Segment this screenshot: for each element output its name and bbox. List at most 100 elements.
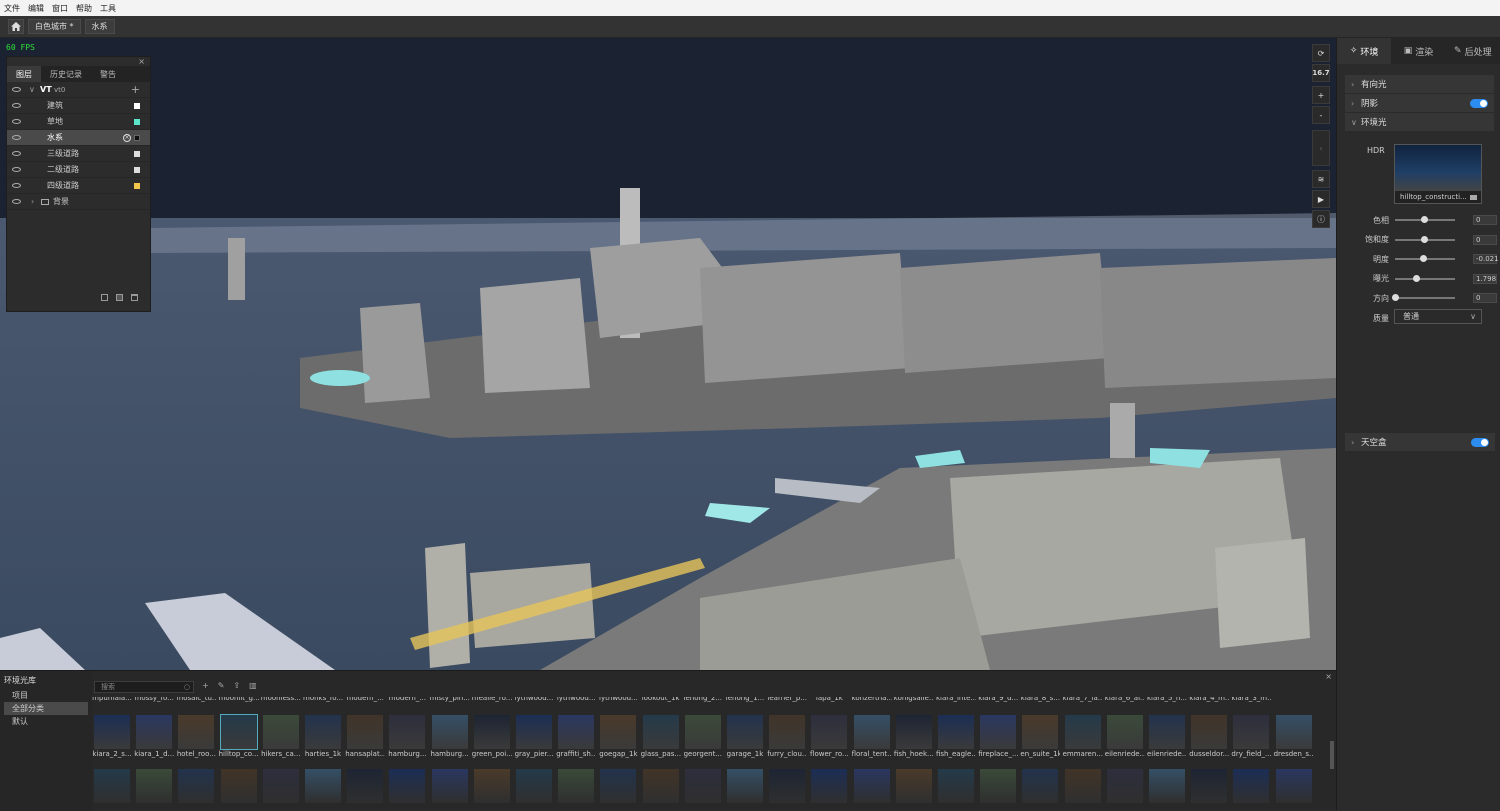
hdr-thumbnail-item[interactable]: eilenriede...: [1105, 715, 1145, 759]
hdr-thumbnail-item[interactable]: [262, 769, 299, 803]
slider-track[interactable]: [1395, 235, 1455, 243]
3d-viewport[interactable]: 60 FPS: [0, 38, 1336, 670]
plus-icon[interactable]: +: [202, 681, 209, 690]
hdr-thumbnail-item[interactable]: hamburg...: [430, 715, 470, 759]
section-skybox[interactable]: › 天空盒: [1345, 433, 1495, 451]
hdr-thumbnail-item[interactable]: [600, 769, 637, 803]
hdr-thumbnail-item[interactable]: mealie_ro...: [472, 697, 512, 703]
skybox-toggle[interactable]: [1471, 438, 1489, 447]
hdr-thumbnail-item[interactable]: fireplace_...: [978, 715, 1018, 759]
slider-track[interactable]: [1395, 274, 1455, 282]
eye-icon[interactable]: [12, 135, 21, 140]
color-swatch[interactable]: [134, 134, 140, 141]
hdr-thumbnail-item[interactable]: [1106, 769, 1143, 803]
hdr-thumbnail-item[interactable]: [473, 769, 510, 803]
hdr-thumbnail-item[interactable]: [938, 769, 974, 803]
hdr-thumbnail-item[interactable]: lythwood...: [556, 697, 596, 703]
hdr-thumbnail-item[interactable]: [684, 769, 721, 803]
hdr-thumbnail-item[interactable]: hamburg...: [387, 715, 427, 759]
slider-knob[interactable]: [1420, 216, 1428, 223]
hdr-thumbnail-item[interactable]: [895, 769, 932, 803]
color-swatch[interactable]: [134, 102, 140, 109]
color-swatch[interactable]: [134, 118, 140, 125]
hdr-thumbnail-item[interactable]: [1275, 769, 1312, 803]
tab-environment[interactable]: ✧ 环境: [1337, 38, 1392, 64]
color-swatch[interactable]: [134, 150, 140, 157]
hdr-thumbnail-item[interactable]: [305, 769, 341, 803]
hdr-thumbnail-item[interactable]: en_suite_1k: [1020, 715, 1060, 759]
filter-icon[interactable]: ×: [123, 133, 131, 142]
play-button[interactable]: ▶: [1312, 190, 1330, 208]
hdr-thumbnail-item[interactable]: [980, 769, 1017, 803]
search-input[interactable]: 搜索 ○: [94, 681, 194, 693]
tab-render[interactable]: ▣ 渲染: [1391, 38, 1445, 64]
tab-warnings[interactable]: 警告: [91, 66, 125, 82]
hdr-thumbnail-item[interactable]: lapa_1k: [809, 697, 849, 703]
hdr-thumbnail-item[interactable]: graffiti_sh...: [556, 715, 596, 759]
eye-icon[interactable]: [12, 87, 21, 92]
close-icon[interactable]: ×: [1325, 672, 1332, 681]
hdr-thumbnail-item[interactable]: [431, 769, 468, 803]
hdr-thumbnail-item[interactable]: glass_pas...: [641, 715, 681, 759]
menu-window[interactable]: 窗口: [52, 3, 68, 14]
hdr-thumbnail-item[interactable]: dresden_s...: [1274, 715, 1314, 759]
hdr-thumbnail-item[interactable]: [1064, 769, 1101, 803]
hdr-thumbnail-item[interactable]: kiara_7_la...: [1063, 697, 1103, 703]
hdr-thumbnail-item[interactable]: hotel_roo...: [176, 715, 216, 759]
section-ambient[interactable]: ∨ 环境光: [1345, 113, 1494, 131]
slider-knob[interactable]: [1392, 294, 1399, 301]
hdr-thumbnail-item[interactable]: [1022, 769, 1059, 803]
tab-postprocess[interactable]: ✎ 后处理: [1446, 38, 1500, 64]
slider-knob[interactable]: [1420, 255, 1428, 262]
info-button[interactable]: ⓘ: [1312, 210, 1330, 228]
category-all[interactable]: 全部分类: [4, 702, 88, 715]
delete-icon[interactable]: [131, 294, 138, 301]
layer-item[interactable]: 草地: [7, 114, 150, 130]
hdr-thumbnail-item[interactable]: dusseldor...: [1189, 715, 1229, 759]
hdr-thumbnail-item[interactable]: mpumala...: [92, 697, 132, 703]
slider-track[interactable]: [1392, 294, 1455, 301]
slider-track[interactable]: [1395, 255, 1455, 262]
hdr-thumbnail-item[interactable]: gray_pier...: [514, 715, 554, 759]
layer-background-row[interactable]: › 背景: [7, 194, 150, 210]
hdr-thumbnail-item[interactable]: lookout_1k: [641, 697, 681, 703]
collapse-button[interactable]: ‹: [1312, 130, 1330, 166]
breadcrumb-layer[interactable]: 水系: [84, 19, 115, 34]
folder-icon[interactable]: [1470, 194, 1477, 200]
slider-value[interactable]: -0.021: [1473, 254, 1499, 264]
hdr-thumbnail-item[interactable]: [642, 769, 679, 803]
layer-item[interactable]: 二级道路: [7, 162, 150, 178]
hdr-thumbnail-item[interactable]: [558, 769, 595, 803]
hdr-thumbnail-item[interactable]: georgent...: [683, 715, 723, 759]
hdr-thumbnail-item[interactable]: kiara_2_s...: [92, 715, 132, 759]
section-directional[interactable]: › 有向光: [1345, 75, 1494, 93]
hdr-thumbnail-item[interactable]: kiara_8_s...: [1020, 697, 1060, 703]
hdr-thumbnail-item[interactable]: furry_clou...: [767, 715, 807, 759]
hdr-thumbnail-item[interactable]: emmaren...: [1063, 715, 1103, 759]
hdr-thumbnail-item[interactable]: [347, 769, 384, 803]
hdr-thumbnail-item[interactable]: [1149, 769, 1185, 803]
hdr-thumbnail-item[interactable]: [1233, 769, 1270, 803]
hdr-thumbnail-item[interactable]: lythwood...: [598, 697, 638, 703]
tab-layers[interactable]: 图层: [7, 66, 41, 82]
save-icon[interactable]: [116, 294, 123, 301]
refresh-button[interactable]: ⟳: [1312, 44, 1330, 62]
import-icon[interactable]: ⇪: [233, 681, 240, 690]
layer-item-selected[interactable]: 水系 ×: [7, 130, 150, 146]
edit-icon[interactable]: ✎: [218, 681, 225, 690]
color-swatch[interactable]: [134, 166, 140, 173]
layer-root-row[interactable]: ∨ VT vt0 +: [7, 82, 150, 98]
zoom-in-button[interactable]: +: [1312, 86, 1330, 104]
hdr-thumbnail-item[interactable]: [811, 769, 848, 803]
color-swatch[interactable]: [134, 182, 140, 189]
hdr-thumbnail-item[interactable]: moonlit_g...: [219, 697, 259, 703]
copy-icon[interactable]: [101, 294, 108, 301]
hdr-thumbnail-item[interactable]: modern_...: [345, 697, 385, 703]
speed-value[interactable]: 16.7: [1312, 64, 1330, 82]
hdr-thumbnail-item[interactable]: lenong_2...: [683, 697, 723, 703]
hdr-thumbnail-item[interactable]: lythwood...: [514, 697, 554, 703]
hdr-thumbnail-item[interactable]: floral_tent...: [852, 715, 892, 759]
hdr-thumbnail-item[interactable]: [136, 769, 173, 803]
menu-tools[interactable]: 工具: [100, 3, 116, 14]
hdr-thumbnail-item[interactable]: [1191, 769, 1228, 803]
